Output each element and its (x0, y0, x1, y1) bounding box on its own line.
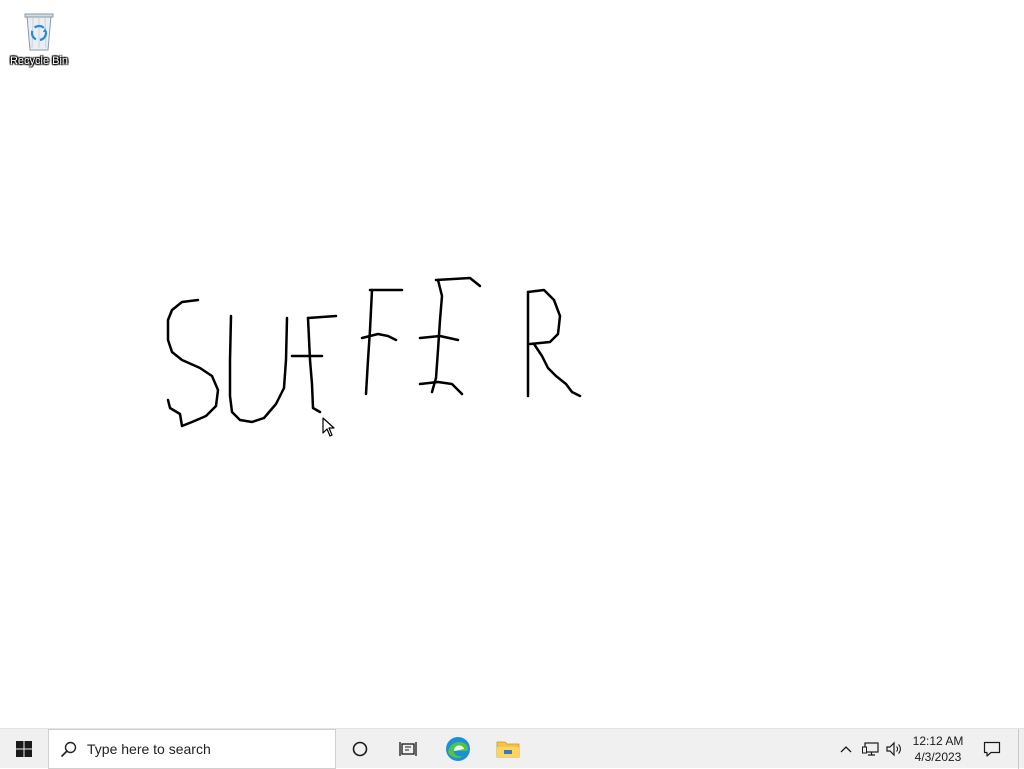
task-view-icon (399, 742, 417, 756)
cortana-circle-icon (352, 741, 368, 757)
stroke-letter-f1-stem (306, 316, 322, 414)
stroke-letter-f2-stem (364, 288, 374, 396)
taskbar-clock[interactable]: 12:12 AM 4/3/2023 (904, 729, 972, 769)
search-icon (61, 741, 77, 757)
network-tray-button[interactable] (860, 729, 882, 769)
stroke-letter-f1 (306, 314, 338, 320)
folder-icon (496, 741, 520, 758)
file-explorer-taskbar-button[interactable] (484, 729, 532, 769)
network-icon (862, 742, 879, 756)
desktop[interactable]: Recycle Bin (0, 0, 1024, 728)
stroke-letter-u (228, 314, 289, 424)
edge-browser-icon (446, 737, 470, 761)
stroke-letter-r-bowl (526, 288, 562, 346)
stroke-letter-r-leg (532, 342, 582, 398)
chevron-up-icon (840, 746, 852, 753)
stroke-letter-f2-bar (360, 332, 398, 342)
mouse-cursor (322, 417, 335, 437)
clock-date: 4/3/2023 (914, 750, 962, 764)
freehand-drawing (166, 276, 582, 428)
action-center-button[interactable] (978, 729, 1006, 769)
cortana-button[interactable] (336, 729, 384, 769)
edge-taskbar-button[interactable] (434, 729, 482, 769)
show-hidden-icons-button[interactable] (836, 729, 856, 769)
clock-time: 12:12 AM (912, 734, 964, 748)
stroke-letter-s (166, 298, 220, 428)
taskbar: Type here to search 12:12 AM 4/3/2023 (0, 728, 1024, 769)
stroke-letter-e-bot (418, 380, 464, 396)
stroke-letter-e-top (434, 276, 482, 288)
volume-icon (886, 741, 901, 757)
taskbar-search-box[interactable]: Type here to search (48, 729, 336, 769)
task-view-button[interactable] (384, 729, 432, 769)
show-desktop-button[interactable] (1018, 729, 1024, 769)
start-button[interactable] (0, 729, 48, 769)
notification-icon (983, 741, 1001, 757)
volume-tray-button[interactable] (884, 729, 904, 769)
search-placeholder: Type here to search (87, 741, 211, 757)
windows-logo-icon (16, 741, 32, 757)
